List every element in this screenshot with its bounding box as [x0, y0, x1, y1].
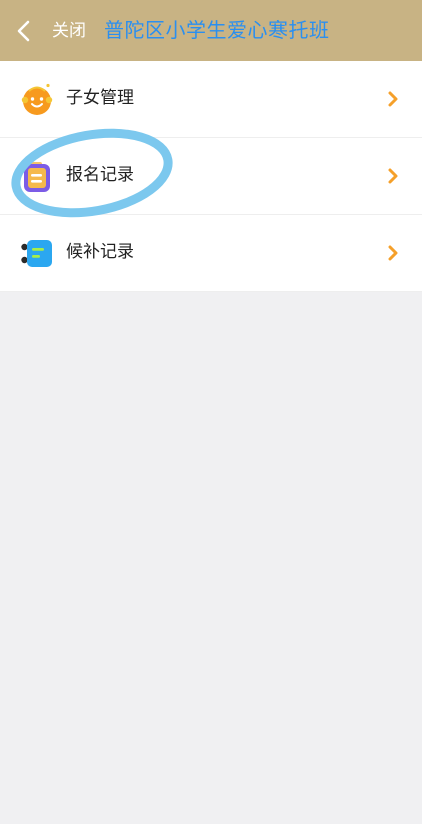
- menu-item-child-management[interactable]: 子女管理: [0, 61, 422, 138]
- waitlist-icon: [21, 240, 52, 267]
- registration-list-icon: [24, 162, 50, 192]
- page-title: 普陀区小学生爱心寒托班: [104, 18, 330, 42]
- close-button[interactable]: 关闭: [52, 19, 86, 43]
- chevron-right-icon: [388, 245, 398, 261]
- nav-header: 关闭 普陀区小学生爱心寒托班: [0, 0, 422, 61]
- menu-item-waitlist-records[interactable]: 候补记录: [0, 215, 422, 292]
- child-face-icon: [21, 83, 53, 115]
- menu-item-label: 子女管理: [66, 88, 134, 108]
- menu-item-label: 候补记录: [66, 242, 134, 262]
- chevron-right-icon: [388, 91, 398, 107]
- back-arrow-icon[interactable]: [14, 18, 36, 44]
- chevron-right-icon: [388, 168, 398, 184]
- menu-item-label: 报名记录: [66, 165, 134, 185]
- menu-item-registration-records[interactable]: 报名记录: [0, 138, 422, 215]
- menu-list: 子女管理 报名记录 候补记录: [0, 61, 422, 292]
